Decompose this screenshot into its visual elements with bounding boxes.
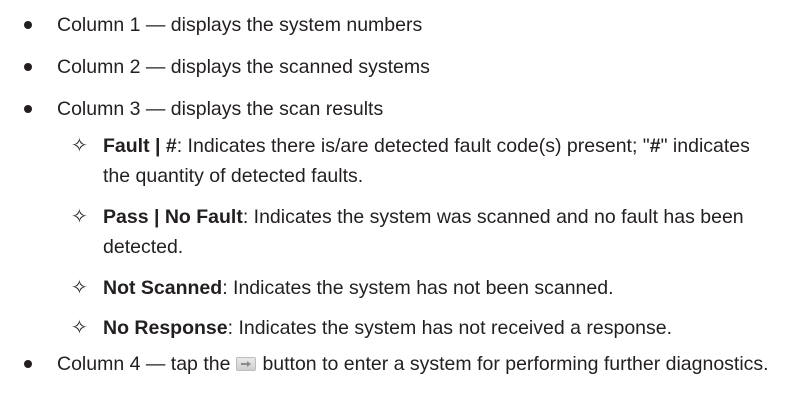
result-label: Not Scanned — [103, 277, 223, 299]
bullet-text: Column 3 — displays the scan results — [57, 98, 384, 120]
sub-item-text: Pass | No Fault: Indicates the system wa… — [103, 202, 781, 262]
bullet-item: Column 1 — displays the system numbers — [0, 10, 807, 40]
bullet-item: Column 3 — displays the scan results — [0, 94, 807, 124]
diamond-bullet-icon: ✧ — [71, 317, 88, 339]
bullet-item: Column 4 — tap the button to enter a syst… — [0, 349, 807, 409]
result-description: : Indicates the system has not received … — [227, 317, 673, 339]
bullet-text: Column 2 — displays the scanned systems — [57, 56, 430, 78]
result-description: : Indicates there is/are detected fault … — [176, 135, 650, 157]
sub-item-text: No Response: Indicates the system has no… — [103, 313, 781, 343]
sub-item-text: Not Scanned: Indicates the system has no… — [103, 273, 781, 303]
bullet-dot-icon — [24, 63, 32, 71]
result-description: : Indicates the system has not been scan… — [222, 277, 614, 299]
diamond-bullet-icon: ✧ — [71, 206, 88, 228]
diamond-bullet-icon: ✧ — [71, 277, 88, 299]
diamond-bullet-icon: ✧ — [71, 135, 88, 157]
bullet-dot-icon — [24, 105, 32, 113]
bullet-item: Column 2 — displays the scanned systems — [0, 52, 807, 82]
sub-item-text: Fault | #: Indicates there is/are detect… — [103, 131, 781, 191]
bullet-text: Column 1 — displays the system numbers — [57, 14, 423, 36]
result-label: No Response — [103, 317, 228, 339]
column4-text-after: button to enter a system for performing … — [262, 353, 769, 375]
arrow-button-icon — [236, 357, 257, 371]
bullet-dot-icon — [24, 360, 32, 368]
result-label: Fault | # — [103, 135, 177, 157]
result-label: Pass | No Fault — [103, 206, 243, 228]
column4-text-before: Column 4 — tap the — [57, 353, 231, 375]
bullet-text: Column 4 — tap the button to enter a syst… — [57, 349, 781, 379]
bullet-dot-icon — [24, 21, 32, 29]
result-description-bold: # — [649, 135, 661, 157]
